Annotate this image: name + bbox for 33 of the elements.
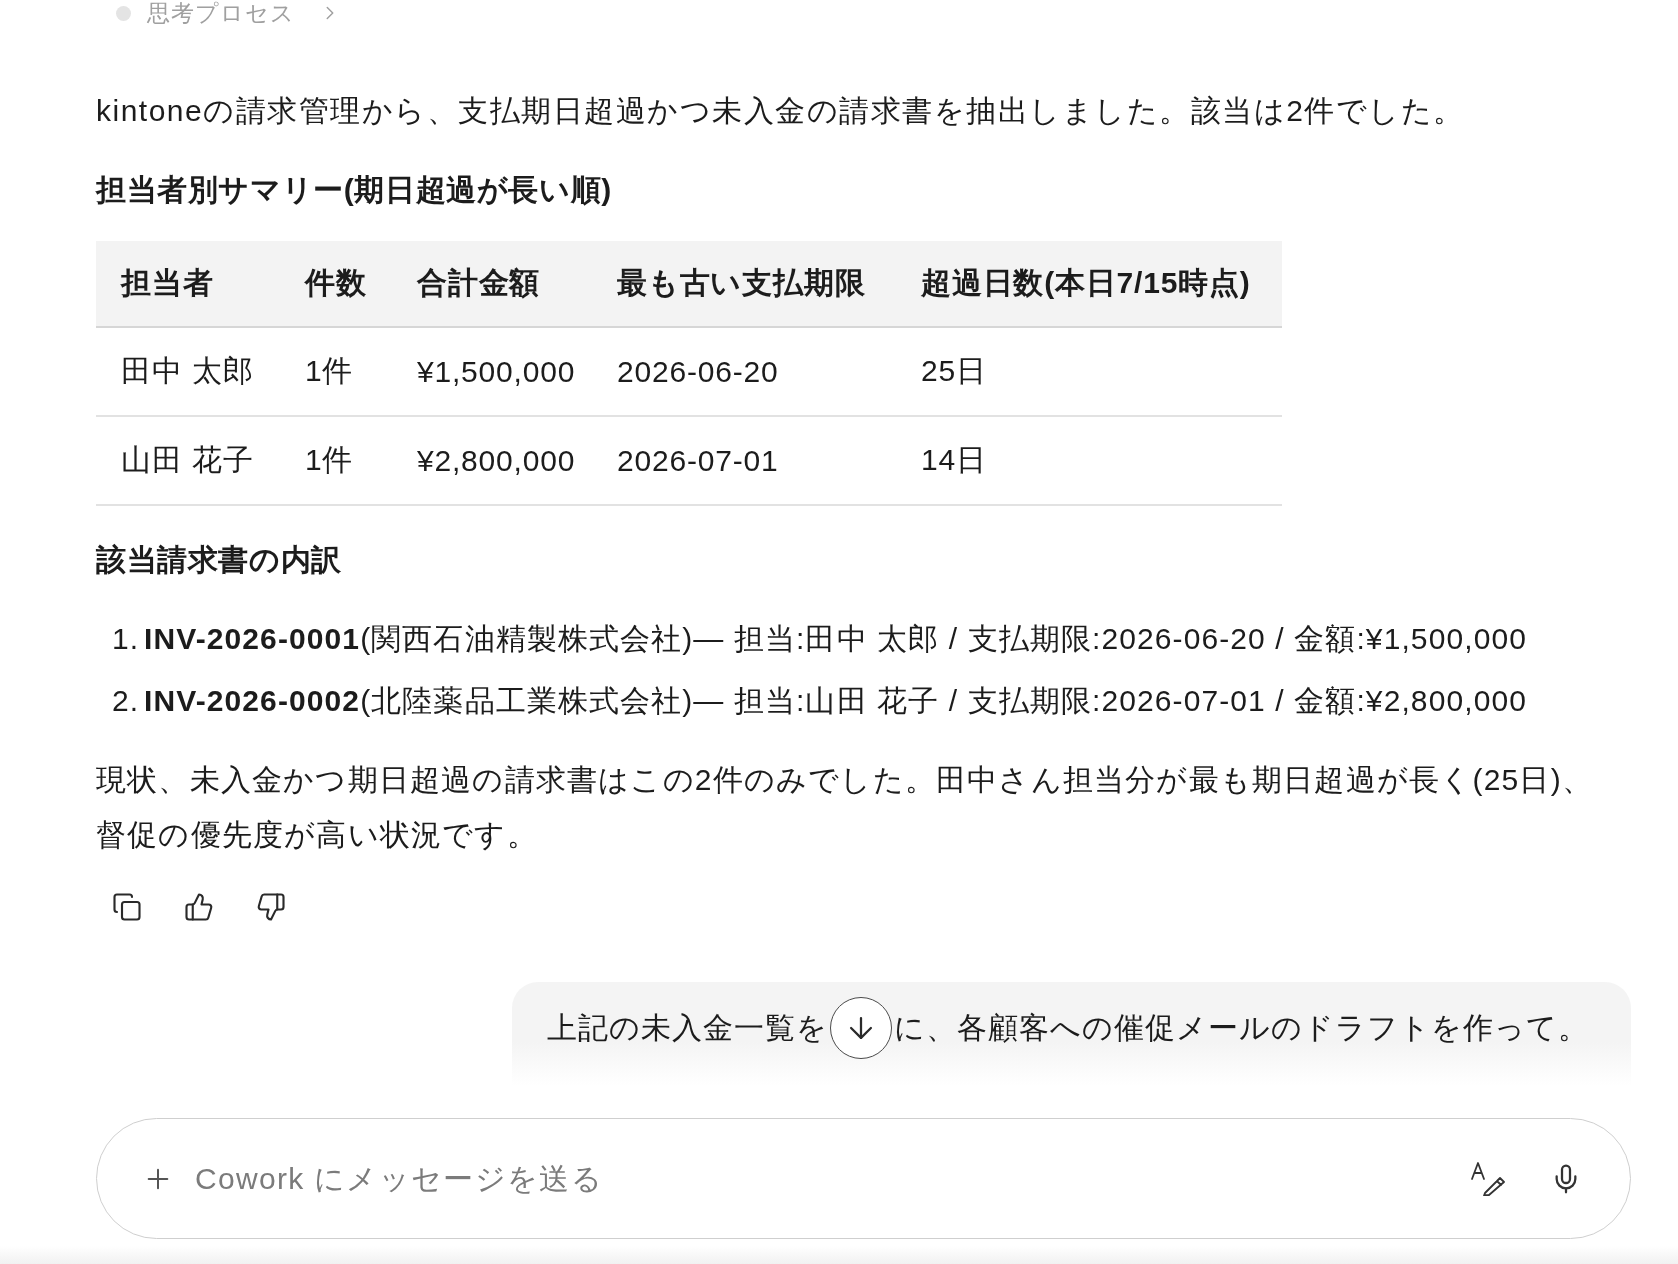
letter-pen-icon: [1471, 1161, 1505, 1196]
table-cell: ¥2,800,000: [392, 416, 592, 505]
section-heading: 該当請求書の内訳: [96, 542, 343, 578]
thumbs-up-icon: [184, 892, 214, 922]
column-header: 超過日数(本日7/15時点): [896, 241, 1282, 327]
list-number: 2.: [111, 683, 141, 719]
user-message-text: 上記の未入金一覧を: [547, 1010, 828, 1046]
column-header: 最も古い支払期限: [592, 241, 896, 327]
section-heading: 担当者別サマリー(期日超過が長い順): [96, 172, 613, 208]
list-item-text: INV-2026-0002(北陸薬品工業株式会社)— 担当:山田 花子 / 支払期限:2026-07-01 / 金額:¥2,800,000: [144, 683, 1527, 719]
list-item-text: INV-2026-0001(関西石油精製株式会社)— 担当:田中 太郎 / 支払期限:2026-06-20 / 金額:¥1,500,000: [144, 621, 1527, 657]
table-cell: 25日: [896, 327, 1282, 416]
message-composer[interactable]: Cowork にメッセージを送る: [96, 1118, 1631, 1239]
table-cell: ¥1,500,000: [392, 327, 592, 416]
column-header: 合計金額: [392, 241, 592, 327]
message-text: kintoneの請求管理から、支払期日超過かつ未入金の請求書を抽出しました。該当は2件でした。: [96, 93, 1466, 129]
status-dot-icon: [116, 5, 131, 21]
column-header: 担当者: [96, 241, 280, 327]
table-cell: 田中 太郎: [96, 327, 280, 416]
list-number: 1.: [111, 621, 141, 657]
table-cell: 1件: [280, 416, 392, 505]
user-message-text: に、各顧客への催促メールのドラフトを作って。: [894, 1010, 1589, 1046]
table-cell: 山田 花子: [96, 416, 280, 505]
message-text: 現状、未入金かつ期日超過の請求書はこの2件のみでした。田中さん担当分が最も期日超過が長く(25日)、督促の優先度が高い状況です。: [96, 762, 1595, 853]
copy-icon: [112, 892, 142, 922]
message-input[interactable]: Cowork にメッセージを送る: [189, 1153, 1430, 1204]
table-cell: 2026-07-01: [592, 416, 896, 505]
thumbs-down-icon: [256, 892, 286, 922]
table-cell: 2026-06-20: [592, 327, 896, 416]
table-cell: 1件: [280, 327, 392, 416]
column-header: 件数: [280, 241, 392, 327]
table-cell: 14日: [896, 416, 1282, 505]
thinking-process-toggle[interactable]: 思考プロセス: [108, 0, 349, 26]
